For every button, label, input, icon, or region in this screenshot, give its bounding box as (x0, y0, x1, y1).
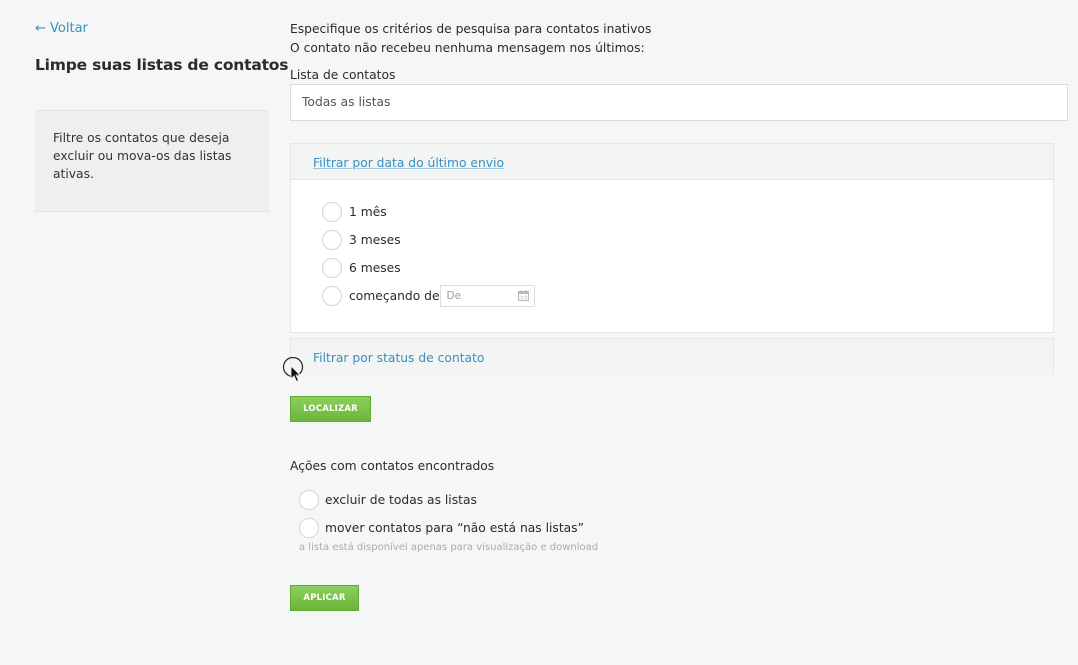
radio-label: mover contatos para “não está nas listas… (325, 521, 584, 535)
apply-button[interactable]: APLICAR (290, 585, 359, 611)
contact-list-select[interactable]: Todas as listas (290, 84, 1068, 121)
actions-hint: a lista está disponível apenas para visu… (299, 542, 599, 553)
action-move-contacts[interactable]: mover contatos para “não está nas listas… (299, 517, 584, 539)
date-from-input[interactable]: De (439, 285, 535, 307)
filter-status-panel: Filtrar por status de contato (290, 338, 1054, 375)
page-title: Limpe suas listas de contatos (35, 56, 289, 74)
mouse-pointer-icon (282, 357, 304, 383)
option-starting-from[interactable]: começando de De (322, 285, 535, 307)
info-text: Filtre os contatos que deseja excluir ou… (53, 131, 232, 181)
action-delete-all[interactable]: excluir de todas as listas (299, 489, 477, 511)
actions-title: Ações com contatos encontrados (290, 459, 495, 473)
date-placeholder: De (446, 290, 462, 302)
radio-label: 3 meses (349, 233, 401, 247)
radio-label: começando de (349, 289, 440, 303)
filter-status-link[interactable]: Filtrar por status de contato (313, 351, 484, 365)
radio-button[interactable] (299, 518, 319, 538)
criteria-subtitle: O contato não recebeu nenhuma mensagem n… (290, 41, 645, 55)
contact-list-label: Lista de contatos (290, 68, 396, 82)
option-1-month[interactable]: 1 mês (322, 201, 387, 223)
radio-label: 6 meses (349, 261, 401, 275)
back-link[interactable]: ← Voltar (35, 21, 88, 36)
option-6-months[interactable]: 6 meses (322, 257, 401, 279)
radio-button[interactable] (299, 490, 319, 510)
radio-label: 1 mês (349, 205, 387, 219)
radio-button[interactable] (322, 258, 342, 278)
radio-button[interactable] (322, 286, 342, 306)
filter-date-header[interactable]: Filtrar por data do último envio (291, 144, 1053, 180)
info-box: Filtre os contatos que deseja excluir ou… (35, 110, 269, 212)
radio-label: excluir de todas as listas (325, 493, 477, 507)
option-3-months[interactable]: 3 meses (322, 229, 401, 251)
radio-button[interactable] (322, 202, 342, 222)
filter-date-panel: Filtrar por data do último envio 1 mês 3… (290, 143, 1054, 333)
filter-status-header[interactable]: Filtrar por status de contato (291, 339, 1053, 375)
criteria-title: Especifique os critérios de pesquisa par… (290, 22, 652, 36)
find-button[interactable]: LOCALIZAR (290, 396, 371, 422)
radio-button[interactable] (322, 230, 342, 250)
calendar-icon[interactable] (517, 290, 529, 301)
filter-date-link[interactable]: Filtrar por data do último envio (313, 156, 504, 170)
